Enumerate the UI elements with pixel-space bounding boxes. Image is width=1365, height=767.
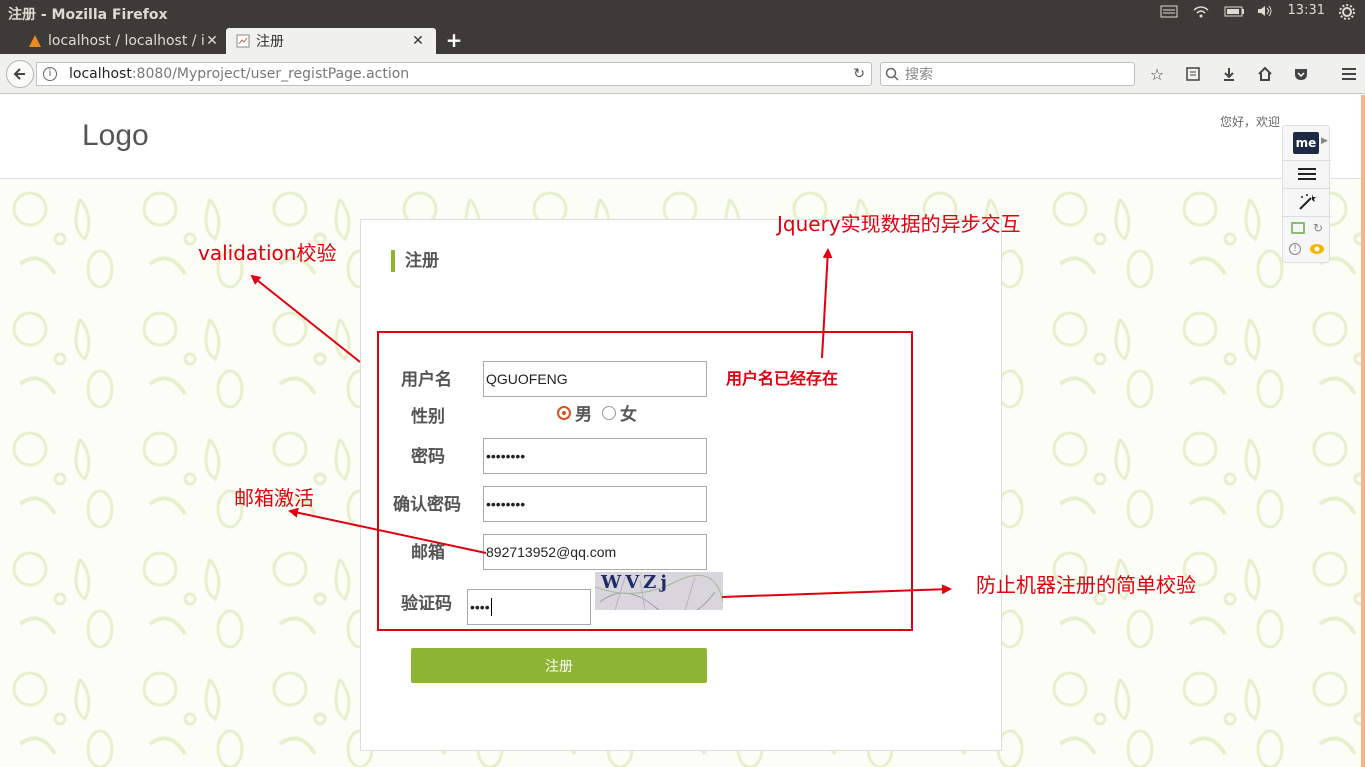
search-input[interactable]: 搜索 (880, 62, 1135, 86)
close-tab-icon[interactable]: ✕ (410, 33, 426, 49)
page-favicon-icon (236, 34, 250, 48)
username-exists-error: 用户名已经存在 (726, 369, 839, 388)
pocket-icon[interactable] (1290, 64, 1312, 84)
reload-icon[interactable]: ↻ (853, 66, 865, 82)
password-field[interactable]: •••••••• (483, 438, 707, 474)
close-tab-icon[interactable]: ✕ (204, 33, 220, 49)
reading-list-icon[interactable] (1182, 64, 1204, 84)
email-value: 892713952@qq.com (486, 544, 617, 560)
captcha-field[interactable]: •••• (467, 589, 591, 625)
email-field[interactable]: 892713952@qq.com (483, 534, 707, 570)
magic-wand-icon[interactable] (1283, 188, 1331, 214)
register-card: 注册 用户名 QGUOFENG 性别 男 女 密码 •••••••• 确认密码 … (360, 219, 1002, 751)
page-scrollbar[interactable] (1361, 95, 1365, 767)
annotation-captcha: 防止机器注册的简单校验 (976, 573, 1196, 597)
system-tray: 13:31 (1160, 3, 1357, 20)
tab-register[interactable]: 注册 ✕ (226, 28, 436, 54)
gender-male-label[interactable]: 男 (575, 400, 592, 425)
settings-gear-icon[interactable] (1339, 3, 1357, 20)
password-value: •••••••• (486, 448, 526, 464)
window-title: 注册 - Mozilla Firefox (8, 7, 168, 23)
url-host: localhost (69, 66, 132, 82)
tab-label: localhost / localhost / i (48, 33, 205, 49)
site-header: Logo 您好，欢迎 (0, 95, 1365, 179)
extension-badge[interactable]: me (1293, 132, 1319, 154)
download-icon[interactable] (1218, 64, 1240, 84)
password-label: 密码 (411, 447, 445, 467)
tab-phpmyadmin[interactable]: localhost / localhost / i (18, 28, 228, 54)
keyboard-icon[interactable] (1160, 4, 1178, 18)
back-arrow-icon (13, 68, 25, 80)
welcome-text: 您好，欢迎 (1220, 115, 1281, 129)
captcha-value: •••• (470, 599, 490, 615)
cast-icon[interactable] (1291, 221, 1305, 234)
gender-label: 性别 (411, 407, 445, 427)
eye-icon[interactable] (1309, 243, 1325, 255)
gender-male-radio[interactable] (557, 405, 571, 420)
extension-tools-row: ↻ (1283, 216, 1331, 238)
bookmark-star-icon[interactable]: ☆ (1146, 64, 1168, 84)
extension-status-row: ! (1283, 238, 1331, 260)
page-viewport: Logo 您好，欢迎 me ▶ ↻ ! 注册 用户名 QGUOFENG 性别 男 (0, 95, 1365, 767)
text-cursor (490, 598, 492, 616)
battery-icon[interactable] (1224, 4, 1244, 18)
toolbar-icons: ☆ (1146, 64, 1360, 84)
register-submit-button[interactable]: 注册 (411, 648, 707, 683)
form-title: 注册 (391, 250, 439, 272)
confirm-password-label: 确认密码 (393, 495, 461, 515)
home-icon[interactable] (1254, 64, 1276, 84)
search-placeholder: 搜索 (905, 67, 933, 83)
confirm-password-field[interactable]: •••••••• (483, 486, 707, 522)
site-info-icon[interactable]: i (43, 67, 57, 81)
tab-label: 注册 (256, 34, 284, 50)
phpmyadmin-favicon-icon (29, 35, 41, 47)
gender-radio-group: 男 女 (557, 400, 637, 425)
extension-widget: me ▶ ↻ ! (1282, 125, 1331, 263)
captcha-image[interactable]: WVZj (595, 572, 723, 610)
volume-icon[interactable] (1256, 4, 1274, 18)
menu-hamburger-icon[interactable] (1338, 64, 1360, 84)
gender-female-radio[interactable] (602, 405, 616, 420)
site-logo[interactable]: Logo (82, 119, 149, 153)
tab-strip: localhost / localhost / i 注册 ✕ ✕ (0, 26, 1365, 54)
refresh-icon[interactable]: ↻ (1313, 221, 1323, 235)
annotation-jquery: Jquery实现数据的异步交互 (777, 212, 1021, 236)
wifi-icon[interactable] (1192, 4, 1210, 18)
os-title-bar: 注册 - Mozilla Firefox 13:31 (0, 0, 1365, 26)
url-path: :8080/Myproject/user_registPage.action (131, 66, 410, 82)
url-text: localhost:8080/Myproject/user_registPage… (69, 66, 409, 82)
email-label: 邮箱 (411, 543, 445, 563)
alert-icon[interactable]: ! (1289, 243, 1301, 255)
gender-female-label[interactable]: 女 (620, 400, 637, 425)
expand-arrow-icon[interactable]: ▶ (1321, 136, 1328, 146)
url-bar[interactable]: i localhost:8080/Myproject/user_registPa… (36, 62, 872, 86)
navigation-bar: i localhost:8080/Myproject/user_registPa… (0, 54, 1365, 94)
captcha-text: WVZj (601, 572, 671, 593)
clock[interactable]: 13:31 (1288, 3, 1325, 18)
username-label: 用户名 (401, 370, 452, 390)
confirm-password-value: •••••••• (486, 496, 526, 512)
username-field[interactable]: QGUOFENG (483, 361, 707, 397)
annotation-email: 邮箱激活 (234, 486, 314, 510)
annotation-validation: validation校验 (198, 241, 337, 265)
captcha-label: 验证码 (401, 594, 452, 614)
new-tab-button[interactable]: + (444, 28, 464, 52)
extension-menu-icon[interactable] (1283, 160, 1331, 186)
back-button[interactable] (6, 60, 34, 88)
username-value: QGUOFENG (486, 371, 568, 387)
search-icon (885, 67, 899, 81)
